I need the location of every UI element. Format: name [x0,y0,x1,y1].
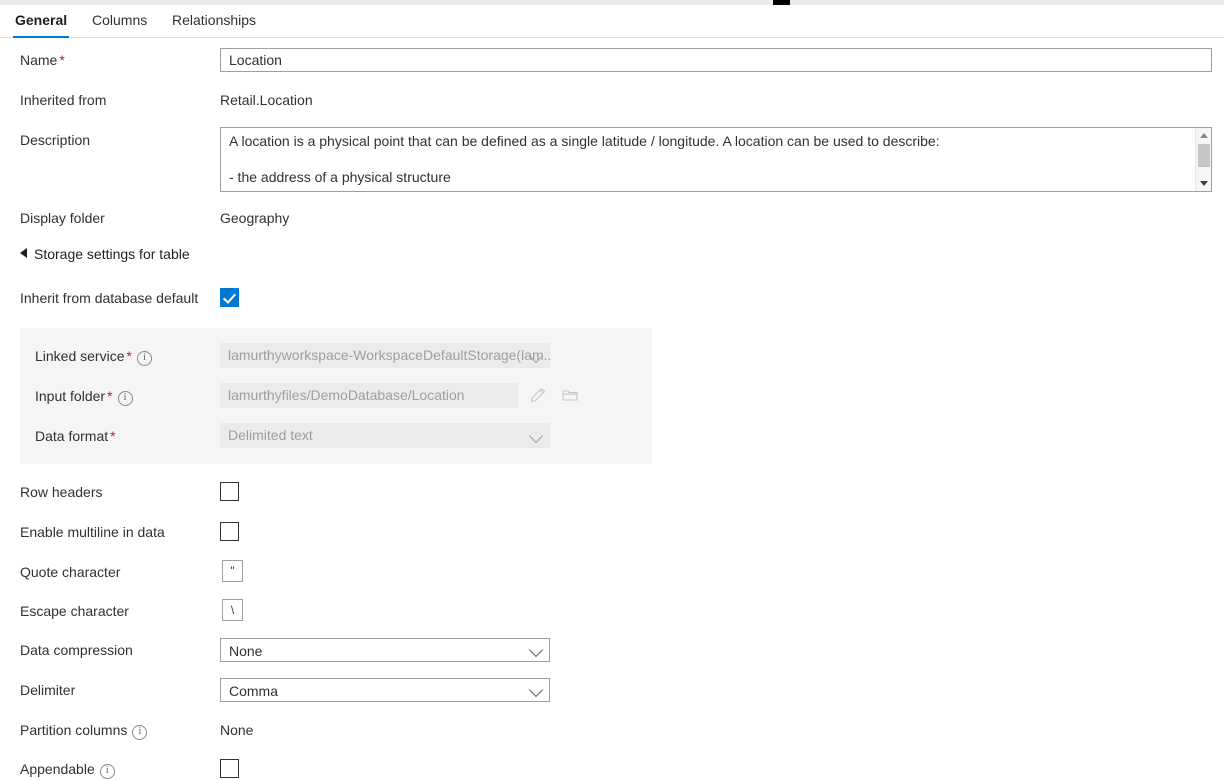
linked-service-required-star: * [127,348,132,364]
tab-relationships[interactable]: Relationships [170,5,258,38]
input-folder-required-star: * [107,388,112,404]
escape-character-label: Escape character [20,603,129,619]
linked-service-label: Linked service* i [35,348,152,366]
delimiter-label: Delimiter [20,682,75,698]
input-folder-label-text: Input folder [35,388,105,404]
storage-settings-label: Storage settings for table [34,246,190,262]
name-required-star: * [59,52,64,68]
linked-service-label-text: Linked service [35,348,125,364]
data-compression-dropdown[interactable]: None [220,638,550,662]
info-icon[interactable]: i [118,391,133,406]
inherit-default-label: Inherit from database default [20,290,198,306]
delimiter-value: Comma [229,683,278,699]
tab-bar: General Columns Relationships [0,5,1224,38]
data-format-label: Data format* [35,428,116,444]
tab-general[interactable]: General [13,5,69,38]
browse-folder-icon [561,386,579,407]
linked-service-value: lamurthyworkspace-WorkspaceDefaultStorag… [228,347,550,363]
inherited-from-value: Retail.Location [220,92,313,108]
enable-multiline-label: Enable multiline in data [20,524,165,540]
quote-character-input[interactable]: " [222,560,243,582]
escape-character-input[interactable]: \ [222,599,243,621]
data-format-dropdown: Delimited text [220,423,550,448]
storage-settings-header[interactable]: Storage settings for table [20,246,190,262]
input-folder-field: lamurthyfiles/DemoDatabase/Location [220,383,518,408]
data-format-required-star: * [110,428,115,444]
expand-triangle-icon [20,248,27,258]
partition-columns-label: Partition columns i [20,722,147,740]
scroll-down-arrow-icon[interactable] [1200,181,1208,186]
data-compression-label: Data compression [20,642,133,658]
edit-pencil-icon [529,386,547,407]
name-label-text: Name [20,52,57,68]
appendable-checkbox[interactable] [220,759,239,778]
enable-multiline-checkbox[interactable] [220,522,239,541]
scrollbar-thumb[interactable] [1198,144,1210,167]
input-folder-value: lamurthyfiles/DemoDatabase/Location [228,387,465,403]
data-format-label-text: Data format [35,428,108,444]
row-headers-checkbox[interactable] [220,482,239,501]
inherited-from-label: Inherited from [20,92,106,108]
info-icon[interactable]: i [132,725,147,740]
description-label: Description [20,132,90,148]
partition-columns-label-text: Partition columns [20,722,127,738]
data-format-value: Delimited text [228,427,313,443]
inherit-default-checkbox[interactable] [220,288,239,307]
delimiter-dropdown[interactable]: Comma [220,678,550,702]
tab-columns[interactable]: Columns [90,5,149,38]
input-folder-label: Input folder* i [35,388,133,406]
description-text: A location is a physical point that can … [229,132,1189,186]
quote-character-label: Quote character [20,564,120,580]
name-input[interactable] [220,48,1212,72]
info-icon[interactable]: i [100,764,115,779]
appendable-label-text: Appendable [20,761,95,777]
display-folder-label: Display folder [20,210,105,226]
data-compression-value: None [229,643,262,659]
display-folder-value: Geography [220,210,289,226]
description-scrollbar[interactable] [1195,128,1211,191]
info-icon[interactable]: i [137,351,152,366]
scroll-up-arrow-icon[interactable] [1200,133,1208,138]
row-headers-label: Row headers [20,484,103,500]
name-label: Name* [20,52,65,68]
partition-columns-value: None [220,722,253,738]
linked-service-dropdown: lamurthyworkspace-WorkspaceDefaultStorag… [220,343,550,368]
description-textarea[interactable]: A location is a physical point that can … [220,127,1212,192]
appendable-label: Appendable i [20,761,115,779]
